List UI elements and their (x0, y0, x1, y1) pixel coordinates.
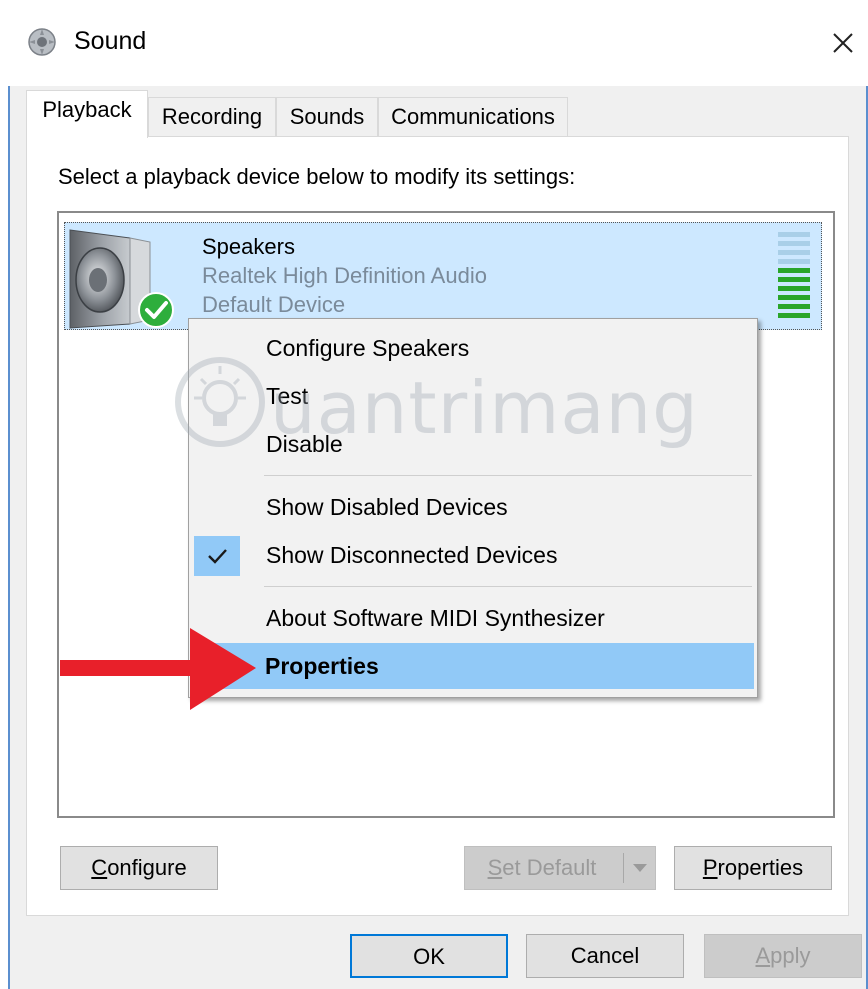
tab-label: Communications (391, 104, 555, 129)
ok-button[interactable]: OK (350, 934, 508, 978)
device-driver: Realtek High Definition Audio (202, 263, 487, 288)
title-bar[interactable]: Sound (0, 0, 868, 86)
menu-item-about-midi[interactable]: About Software MIDI Synthesizer (190, 595, 758, 641)
menu-item-label: Properties (265, 653, 379, 679)
level-bar (778, 295, 810, 300)
sound-app-icon (28, 28, 56, 56)
button-mnemonic: A (755, 943, 771, 968)
menu-item-test[interactable]: Test (190, 373, 758, 419)
button-mnemonic: C (91, 855, 108, 880)
button-label: roperties (717, 855, 804, 880)
button-label: onfigure (107, 855, 187, 880)
properties-button[interactable]: Properties (674, 846, 832, 890)
button-label: Cancel (570, 943, 640, 968)
level-bar (778, 304, 810, 309)
cancel-button[interactable]: Cancel (526, 934, 684, 978)
volume-level-meter (778, 232, 810, 320)
menu-item-label: Show Disabled Devices (266, 494, 508, 520)
menu-item-label: Show Disconnected Devices (266, 542, 558, 568)
window-title: Sound (74, 27, 147, 55)
menu-separator (264, 475, 752, 476)
menu-item-label: Test (266, 383, 309, 409)
red-arrow-icon (60, 628, 256, 710)
tab-playback[interactable]: Playback (26, 90, 148, 138)
tab-communications[interactable]: Communications (378, 97, 568, 137)
level-bar (778, 268, 810, 273)
dropdown-arrow-icon[interactable] (629, 861, 651, 875)
level-bar (778, 313, 810, 318)
tab-recording[interactable]: Recording (148, 97, 276, 137)
button-label: et Default (502, 855, 597, 880)
context-menu: Configure Speakers Test Disable Show Dis… (188, 318, 758, 698)
menu-check-indicator (194, 536, 240, 576)
menu-item-show-disconnected-devices[interactable]: Show Disconnected Devices (190, 532, 758, 578)
button-label: pply (770, 943, 811, 968)
instruction-text: Select a playback device below to modify… (58, 164, 576, 189)
button-label: OK (413, 944, 445, 969)
menu-separator (264, 586, 752, 587)
speaker-icon (69, 229, 174, 329)
level-bar (778, 286, 810, 291)
apply-button[interactable]: Apply (704, 934, 862, 978)
button-mnemonic: S (487, 855, 503, 880)
level-bar (778, 250, 810, 255)
level-bar (778, 232, 810, 237)
menu-item-configure-speakers[interactable]: Configure Speakers (190, 325, 758, 371)
checkmark-icon (208, 549, 227, 564)
level-bar (778, 241, 810, 246)
green-check-icon (138, 292, 174, 328)
menu-item-label: About Software MIDI Synthesizer (266, 605, 605, 631)
level-bar (778, 259, 810, 264)
tab-sounds[interactable]: Sounds (276, 97, 378, 137)
menu-item-show-disabled-devices[interactable]: Show Disabled Devices (190, 484, 758, 530)
split-divider (623, 853, 624, 883)
close-icon[interactable] (822, 22, 864, 64)
set-default-button[interactable]: Set Default (464, 846, 656, 890)
tab-label: Sounds (289, 104, 365, 129)
menu-item-label: Disable (266, 431, 343, 457)
device-name: Speakers (202, 234, 295, 259)
configure-button[interactable]: Configure (60, 846, 218, 890)
tab-label: Playback (42, 97, 132, 122)
device-status: Default Device (202, 292, 346, 317)
tab-label: Recording (161, 104, 263, 129)
menu-item-disable[interactable]: Disable (190, 421, 758, 467)
level-bar (778, 277, 810, 282)
menu-item-label: Configure Speakers (266, 335, 470, 361)
button-mnemonic: P (702, 855, 718, 880)
menu-item-properties[interactable]: Properties (214, 643, 754, 689)
